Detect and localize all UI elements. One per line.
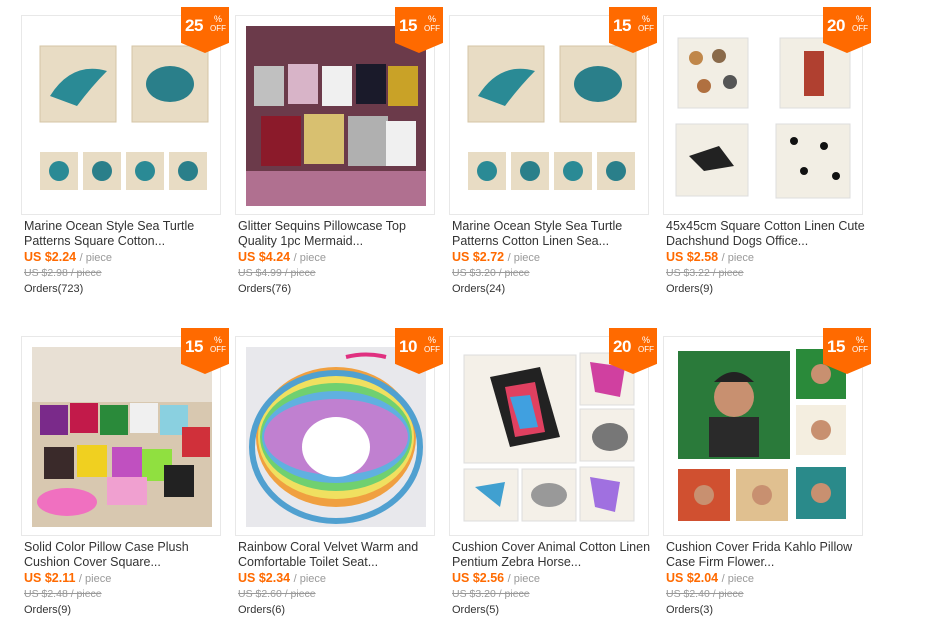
original-price: US $2.60 / piece bbox=[238, 588, 316, 600]
current-price: US $2.04 bbox=[666, 571, 719, 585]
product-title-link[interactable]: Cushion Cover Animal Cotton Linen Pentiu… bbox=[452, 540, 657, 570]
original-price: US $2.40 / piece bbox=[666, 588, 744, 600]
current-price: US $2.58 bbox=[666, 250, 719, 264]
order-count: Orders(9) bbox=[24, 604, 72, 616]
order-count: Orders(723) bbox=[24, 283, 84, 295]
off-label: OFF bbox=[424, 24, 440, 33]
price-unit: / piece bbox=[78, 573, 112, 585]
off-label: OFF bbox=[852, 24, 868, 33]
price-unit: / piece bbox=[79, 252, 113, 264]
price: US $2.56 / piece bbox=[452, 571, 540, 585]
product-title-link[interactable]: 45x45cm Square Cotton Linen Cute Dachshu… bbox=[666, 219, 871, 249]
order-count: Orders(76) bbox=[238, 283, 292, 295]
original-price: US $4.99 / piece bbox=[238, 267, 316, 279]
price-unit: / piece bbox=[721, 573, 755, 585]
discount-badge: 15 % OFF bbox=[823, 328, 871, 374]
original-price: US $3.20 / piece bbox=[452, 588, 530, 600]
product-title-link[interactable]: Cushion Cover Frida Kahlo Pillow Case Fi… bbox=[666, 540, 871, 570]
original-price: US $3.22 / piece bbox=[666, 267, 744, 279]
discount-badge: 15 % OFF bbox=[609, 7, 657, 53]
price-unit: / piece bbox=[507, 252, 541, 264]
product-title-link[interactable]: Marine Ocean Style Sea Turtle Patterns C… bbox=[452, 219, 657, 249]
product-title-link[interactable]: Rainbow Coral Velvet Warm and Comfortabl… bbox=[238, 540, 443, 570]
price-unit: / piece bbox=[721, 252, 755, 264]
discount-badge: 15 % OFF bbox=[181, 328, 229, 374]
product-title-link[interactable]: Solid Color Pillow Case Plush Cushion Co… bbox=[24, 540, 229, 570]
percent-sign: % bbox=[428, 14, 437, 24]
discount-value: 20 bbox=[613, 337, 631, 356]
current-price: US $2.11 bbox=[24, 571, 76, 585]
percent-sign: % bbox=[642, 14, 651, 24]
price: US $2.58 / piece bbox=[666, 250, 754, 264]
product-title-link[interactable]: Marine Ocean Style Sea Turtle Patterns S… bbox=[24, 219, 229, 249]
price: US $4.24 / piece bbox=[238, 250, 326, 264]
original-price: US $3.20 / piece bbox=[452, 267, 530, 279]
off-label: OFF bbox=[638, 24, 654, 33]
percent-sign: % bbox=[428, 335, 437, 345]
current-price: US $2.56 bbox=[452, 571, 505, 585]
percent-sign: % bbox=[856, 335, 865, 345]
price: US $2.11 / piece bbox=[24, 571, 111, 585]
off-label: OFF bbox=[210, 345, 226, 354]
off-label: OFF bbox=[210, 24, 226, 33]
off-label: OFF bbox=[852, 345, 868, 354]
percent-sign: % bbox=[214, 14, 223, 24]
discount-badge: 20 % OFF bbox=[823, 7, 871, 53]
discount-value: 15 bbox=[613, 16, 631, 35]
current-price: US $2.34 bbox=[238, 571, 291, 585]
discount-badge: 25 % OFF bbox=[181, 7, 229, 53]
discount-value: 15 bbox=[185, 337, 203, 356]
current-price: US $4.24 bbox=[238, 250, 291, 264]
order-count: Orders(24) bbox=[452, 283, 506, 295]
percent-sign: % bbox=[856, 14, 865, 24]
price: US $2.34 / piece bbox=[238, 571, 326, 585]
price: US $2.04 / piece bbox=[666, 571, 754, 585]
order-count: Orders(6) bbox=[238, 604, 286, 616]
order-count: Orders(3) bbox=[666, 604, 714, 616]
price-unit: / piece bbox=[293, 573, 327, 585]
original-price: US $2.48 / piece bbox=[24, 588, 102, 600]
product-title-link[interactable]: Glitter Sequins Pillowcase Top Quality 1… bbox=[238, 219, 443, 249]
discount-value: 15 bbox=[399, 16, 417, 35]
current-price: US $2.72 bbox=[452, 250, 505, 264]
off-label: OFF bbox=[638, 345, 654, 354]
price: US $2.24 / piece bbox=[24, 250, 112, 264]
discount-value: 15 bbox=[827, 337, 845, 356]
order-count: Orders(5) bbox=[452, 604, 500, 616]
off-label: OFF bbox=[424, 345, 440, 354]
product-grid: 25 % OFF Marine Ocean Style Sea Turtle P… bbox=[0, 0, 942, 634]
discount-badge: 20 % OFF bbox=[609, 328, 657, 374]
discount-badge: 10 % OFF bbox=[395, 328, 443, 374]
price: US $2.72 / piece bbox=[452, 250, 540, 264]
price-unit: / piece bbox=[507, 573, 541, 585]
percent-sign: % bbox=[214, 335, 223, 345]
discount-value: 20 bbox=[827, 16, 845, 35]
price-unit: / piece bbox=[293, 252, 327, 264]
original-price: US $2.98 / piece bbox=[24, 267, 102, 279]
discount-value: 25 bbox=[185, 16, 203, 35]
current-price: US $2.24 bbox=[24, 250, 77, 264]
discount-value: 10 bbox=[399, 337, 417, 356]
discount-badge: 15 % OFF bbox=[395, 7, 443, 53]
percent-sign: % bbox=[642, 335, 651, 345]
order-count: Orders(9) bbox=[666, 283, 714, 295]
